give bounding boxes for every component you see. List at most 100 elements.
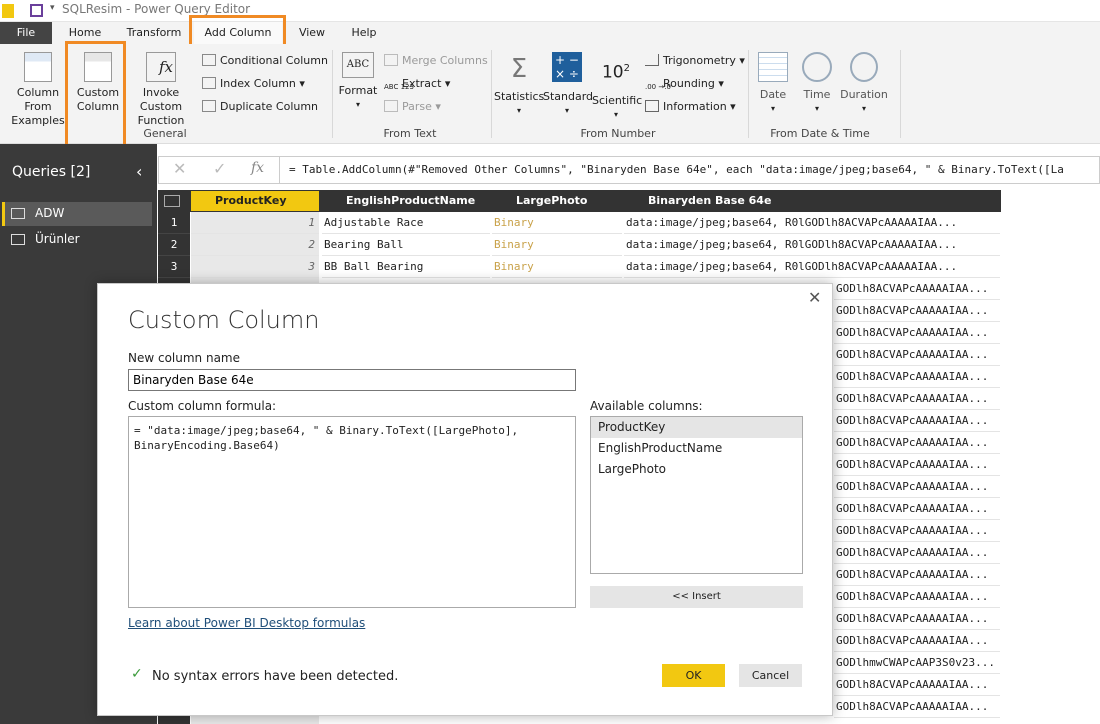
format-dropdown-icon: ▾ [355,100,360,109]
cell-base64[interactable]: GODlh8ACVAPcAAAAAIAA... [834,432,1000,454]
column-header-englishproductname[interactable]: EnglishProductName [322,190,490,212]
formula-line-2: BinaryEncoding.Base64) [134,439,280,452]
standard-button[interactable]: + − × ÷ Standard ▾ [543,52,593,118]
merge-columns-button[interactable]: Merge Columns [384,52,488,70]
duplicate-column-label: Duplicate Column [220,100,319,113]
cell-base64[interactable]: GODlh8ACVAPcAAAAAIAA... [834,322,1000,344]
power-icon: 102 [601,62,630,83]
separator [900,50,901,138]
formula-text[interactable]: = Table.AddColumn(#"Removed Other Column… [289,163,1099,176]
close-icon[interactable]: ✕ [808,288,821,307]
quick-access-dropdown-icon[interactable]: ▾ [50,3,55,13]
available-column-largephoto[interactable]: LargePhoto [591,459,802,480]
cell-productkey[interactable]: 3 [191,256,319,278]
standard-dropdown-icon: ▾ [564,106,569,115]
cell-base64[interactable]: GODlh8ACVAPcAAAAAIAA... [834,300,1000,322]
cell-base64[interactable]: GODlh8ACVAPcAAAAAIAA... [834,520,1000,542]
cancel-button[interactable]: Cancel [739,664,802,687]
cell-base64[interactable]: GODlh8ACVAPcAAAAAIAA... [834,630,1000,652]
fx-icon[interactable]: fx [251,160,264,176]
tab-file[interactable]: File [0,22,52,44]
time-button[interactable]: Time ▾ [796,52,838,116]
commit-check-icon[interactable]: ✓ [213,159,226,178]
cell-name[interactable]: BB Ball Bearing [322,256,490,278]
query-item-label: Ürünler [35,232,80,246]
query-item-urunler[interactable]: Ürünler [2,228,152,252]
insert-button[interactable]: << Insert [590,586,803,608]
menu-bar: File Home Transform Add Column View Help [0,22,1100,44]
rounding-button[interactable]: .00 →.0Rounding ▾ [645,75,724,93]
scientific-dropdown-icon: ▾ [613,109,618,119]
scientific-button[interactable]: 102 Scientific ▾ [592,52,642,122]
column-header-largephoto[interactable]: LargePhoto [492,190,622,212]
index-column-button[interactable]: Index Column ▾ [202,75,305,93]
parse-button[interactable]: Parse ▾ [384,98,441,116]
cell-base64[interactable]: GODlh8ACVAPcAAAAAIAA... [834,344,1000,366]
column-from-examples-button[interactable]: Column From Examples [2,52,74,128]
invoke-custom-function-button[interactable]: fx Invoke Custom Function [124,52,198,128]
table-menu-icon[interactable] [164,195,180,207]
formula-textarea[interactable]: = "data:image/jpeg;base64, " & Binary.To… [128,416,576,608]
cell-base64[interactable]: data:image/jpeg;base64, R0lGODlh8ACVAPcA… [624,212,1000,234]
tab-view[interactable]: View [292,22,332,44]
learn-formulas-link[interactable]: Learn about Power BI Desktop formulas [128,616,365,630]
date-button[interactable]: Date ▾ [752,52,794,116]
new-column-name-label: New column name [128,351,241,365]
extract-button[interactable]: ABC 123Extract ▾ [384,75,450,93]
available-columns-list[interactable]: ProductKey EnglishProductName LargePhoto [590,416,803,574]
cell-base64[interactable]: GODlh8ACVAPcAAAAAIAA... [834,454,1000,476]
cell-base64[interactable]: data:image/jpeg;base64, R0lGODlh8ACVAPcA… [624,234,1000,256]
collapse-chevron-icon[interactable]: ‹ [136,162,142,181]
cancel-x-icon[interactable]: ✕ [173,159,186,178]
query-item-adw[interactable]: ADW [2,202,152,226]
tab-help[interactable]: Help [344,22,384,44]
tab-transform[interactable]: Transform [122,22,186,44]
information-button[interactable]: Information ▾ [645,98,736,116]
index-column-label: Index Column [220,77,296,90]
extract-label: Extract [402,77,442,90]
cell-base64[interactable]: GODlh8ACVAPcAAAAAIAA... [834,608,1000,630]
cell-base64[interactable]: GODlh8ACVAPcAAAAAIAA... [834,410,1000,432]
header-label: ProductKey [215,194,287,207]
available-column-productkey[interactable]: ProductKey [591,417,802,438]
cell-base64[interactable]: GODlh8ACVAPcAAAAAIAA... [834,366,1000,388]
cell-base64[interactable]: data:image/jpeg;base64, R0lGODlh8ACVAPcA… [624,256,1000,278]
cell-base64[interactable]: GODlh8ACVAPcAAAAAIAA... [834,278,1000,300]
cell-productkey[interactable]: 2 [191,234,319,256]
cell-base64[interactable]: GODlh8ACVAPcAAAAAIAA... [834,674,1000,696]
cell-productkey[interactable]: 1 [191,212,319,234]
cell-name[interactable]: Bearing Ball [322,234,490,256]
row-number: 1 [158,212,190,234]
conditional-column-icon [202,54,216,66]
separator [748,50,749,138]
available-column-englishproductname[interactable]: EnglishProductName [591,438,802,459]
cell-base64[interactable]: GODlh8ACVAPcAAAAAIAA... [834,542,1000,564]
cell-base64[interactable]: GODlh8ACVAPcAAAAAIAA... [834,498,1000,520]
duration-button[interactable]: Duration ▾ [838,52,890,116]
header-label: EnglishProductName [346,194,476,207]
cell-binary[interactable]: Binary [492,234,622,256]
cell-base64[interactable]: GODlh8ACVAPcAAAAAIAA... [834,388,1000,410]
cell-name[interactable]: Adjustable Race [322,212,490,234]
duplicate-column-button[interactable]: Duplicate Column [202,98,318,116]
save-icon[interactable] [30,4,43,17]
row-number: 2 [158,234,190,256]
cell-binary[interactable]: Binary [492,212,622,234]
new-column-name-input[interactable] [128,369,576,391]
cell-binary[interactable]: Binary [492,256,622,278]
cell-base64[interactable]: GODlhmwCWAPcAAP3S0v23... [834,652,1000,674]
cell-base64[interactable]: GODlh8ACVAPcAAAAAIAA... [834,696,1000,718]
cell-base64[interactable]: GODlh8ACVAPcAAAAAIAA... [834,564,1000,586]
statistics-button[interactable]: Σ Statistics ▾ [494,52,544,118]
format-button[interactable]: ABC Format ▾ [336,52,380,112]
conditional-column-button[interactable]: Conditional Column [202,52,328,70]
ok-button[interactable]: OK [662,664,725,687]
column-header-binaryden[interactable]: Binaryden Base 64e [622,190,1000,212]
duration-dropdown-icon: ▾ [861,104,866,113]
column-header-productkey[interactable]: ProductKey [191,191,319,211]
trigonometry-button[interactable]: Trigonometry ▾ [645,52,745,70]
statistics-label: Statistics [494,90,545,103]
cell-base64[interactable]: GODlh8ACVAPcAAAAAIAA... [834,476,1000,498]
cell-base64[interactable]: GODlh8ACVAPcAAAAAIAA... [834,586,1000,608]
custom-column-highlight [65,41,126,148]
